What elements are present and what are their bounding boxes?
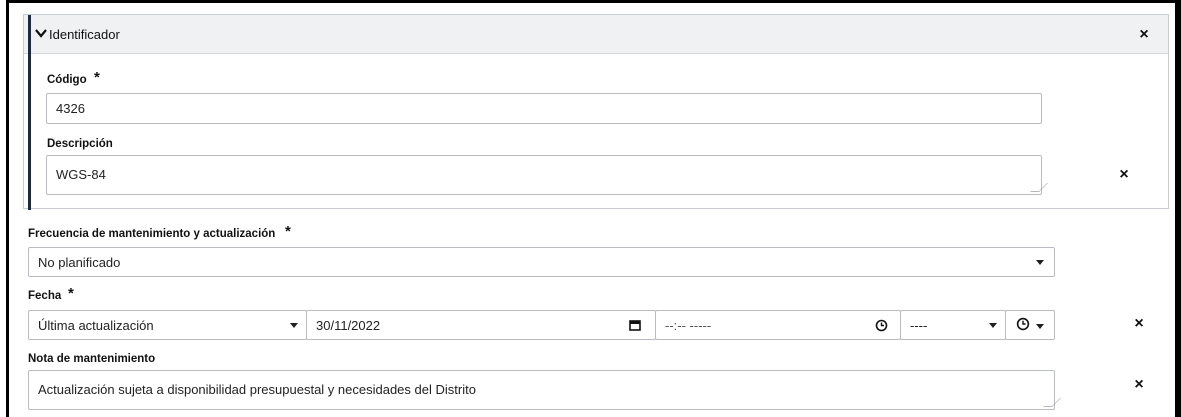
frecuencia-value: No planificado bbox=[38, 254, 121, 270]
fecha-type-select[interactable]: Última actualización bbox=[28, 310, 307, 340]
nota-value: Actualización sujeta a disponibilidad pr… bbox=[38, 382, 476, 397]
chevron-down-icon bbox=[1036, 324, 1044, 329]
chevron-down-icon bbox=[290, 323, 298, 328]
frame-left-border bbox=[6, 0, 9, 417]
chevron-down-icon bbox=[989, 323, 997, 328]
frame-right-border bbox=[1175, 0, 1181, 417]
required-asterisk: * bbox=[94, 69, 100, 86]
codigo-value: 4326 bbox=[56, 101, 85, 116]
nota-label: Nota de mantenimiento bbox=[28, 353, 156, 365]
close-icon[interactable]: × bbox=[1131, 316, 1147, 332]
fecha-zone-value: ---- bbox=[910, 317, 928, 333]
fecha-time-value: --:-- ----- bbox=[665, 317, 712, 333]
frame-top-border bbox=[6, 0, 1181, 3]
required-asterisk: * bbox=[285, 223, 291, 240]
fecha-time-input[interactable]: --:-- ----- bbox=[655, 310, 901, 340]
calendar-icon[interactable] bbox=[629, 319, 641, 334]
fecha-label: Fecha bbox=[28, 290, 62, 302]
close-icon[interactable]: × bbox=[1131, 377, 1147, 393]
time-picker-button[interactable] bbox=[1005, 310, 1055, 340]
codigo-input[interactable]: 4326 bbox=[46, 93, 1042, 124]
descripcion-textarea[interactable]: WGS-84 bbox=[46, 155, 1048, 195]
panel-title: Identificador bbox=[49, 27, 120, 42]
fecha-date-input[interactable]: 30/11/2022 bbox=[306, 310, 656, 340]
chevron-down-icon[interactable] bbox=[35, 25, 47, 42]
close-icon[interactable]: × bbox=[1116, 167, 1132, 183]
frecuencia-select[interactable]: No planificado bbox=[28, 247, 1055, 277]
close-icon[interactable]: × bbox=[1136, 27, 1152, 43]
fecha-type-value: Última actualización bbox=[38, 317, 154, 333]
nota-textarea[interactable]: Actualización sujeta a disponibilidad pr… bbox=[28, 370, 1061, 410]
fecha-zone-select[interactable]: ---- bbox=[900, 310, 1006, 340]
chevron-down-icon bbox=[1036, 260, 1044, 265]
frecuencia-label: Frecuencia de mantenimiento y actualizac… bbox=[28, 228, 276, 240]
fecha-date-value: 30/11/2022 bbox=[316, 317, 381, 333]
clock-icon bbox=[1016, 317, 1030, 334]
required-asterisk: * bbox=[68, 285, 74, 302]
panel-header[interactable] bbox=[24, 15, 1168, 54]
resize-handle[interactable] bbox=[1030, 183, 1048, 192]
panel-accent-bar bbox=[28, 15, 31, 210]
identificador-panel: Identificador × Código * 4326 Descripció… bbox=[23, 14, 1169, 210]
descripcion-value: WGS-84 bbox=[56, 167, 106, 182]
descripcion-label: Descripción bbox=[47, 138, 113, 150]
clock-icon[interactable] bbox=[875, 319, 888, 335]
codigo-label: Código bbox=[47, 74, 87, 86]
resize-handle[interactable] bbox=[1043, 398, 1061, 407]
